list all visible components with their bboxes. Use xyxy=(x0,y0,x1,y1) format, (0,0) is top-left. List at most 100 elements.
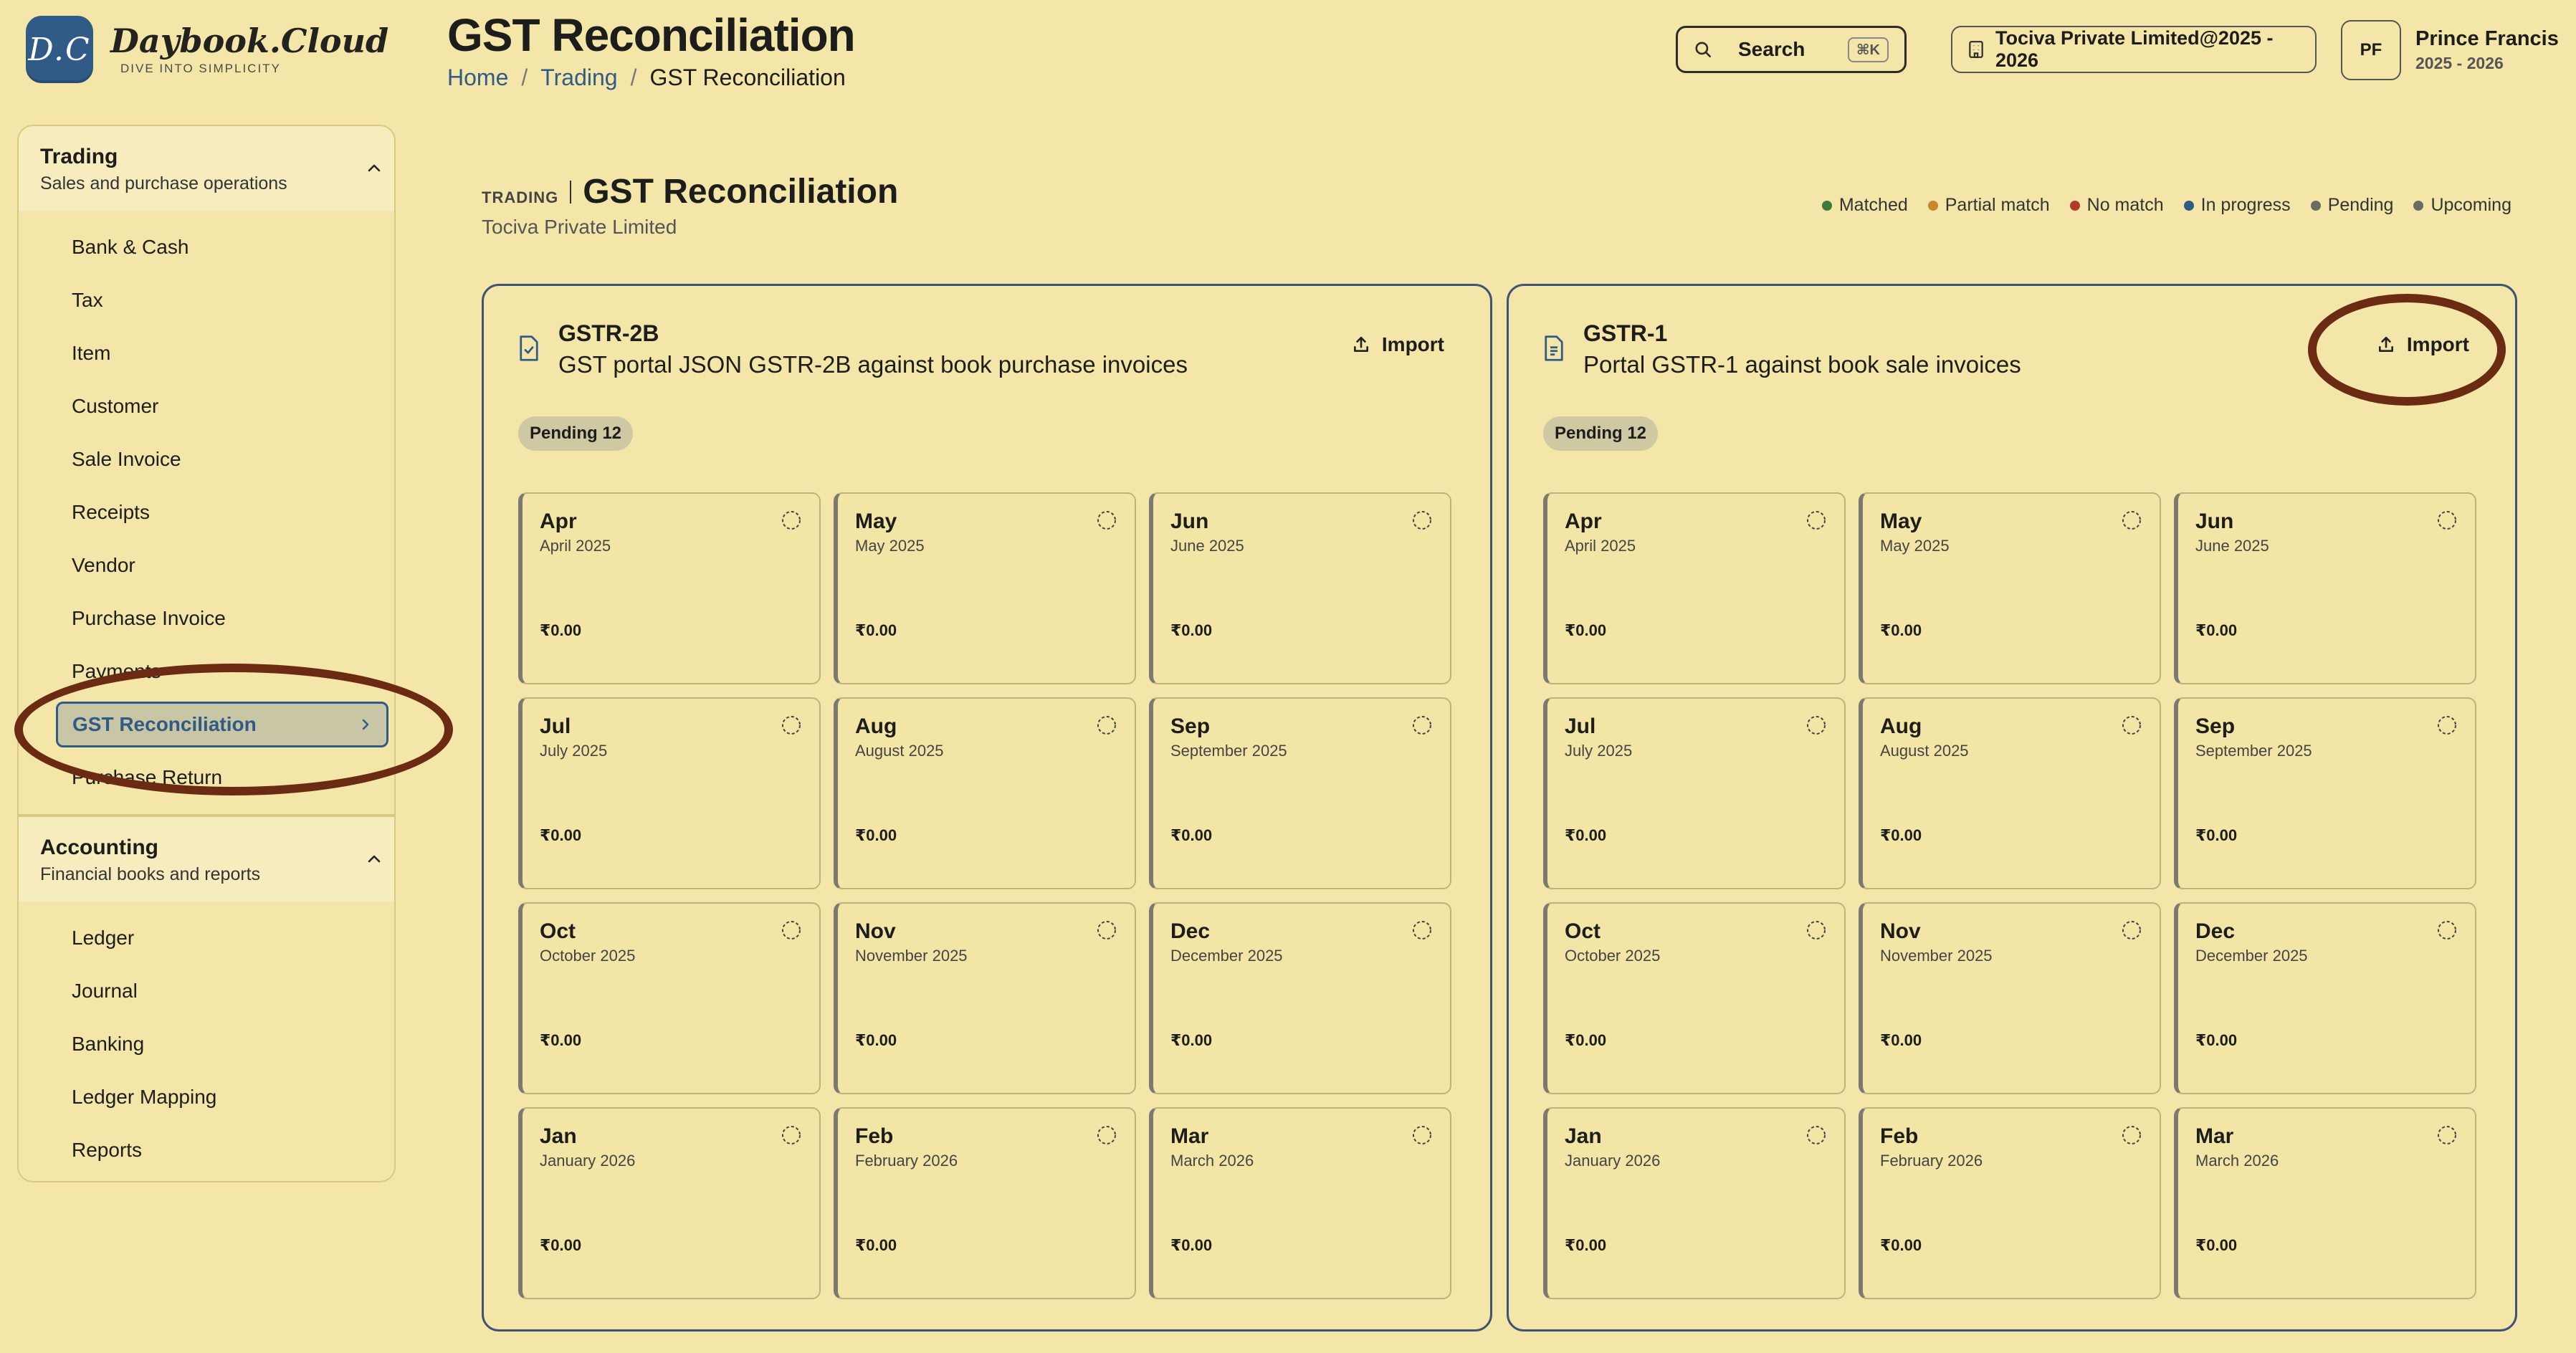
section-title: Trading xyxy=(40,145,118,168)
document-check-icon xyxy=(518,335,540,378)
sidebar-item-banking[interactable]: Banking xyxy=(19,1018,394,1071)
month-amount: ₹0.00 xyxy=(1170,826,1213,844)
month-card-may[interactable]: May May 2025 ₹0.00 xyxy=(1859,492,2161,684)
pending-status-icon xyxy=(1096,714,1117,736)
sidebar-item-gst-reconciliation[interactable]: GST Reconciliation xyxy=(56,702,388,747)
search-button[interactable]: Search ⌘K xyxy=(1676,26,1907,73)
sidebar-item-sale-invoice[interactable]: Sale Invoice xyxy=(19,433,394,486)
month-card-aug[interactable]: Aug August 2025 ₹0.00 xyxy=(1859,697,2161,889)
month-card-jan[interactable]: Jan January 2026 ₹0.00 xyxy=(1543,1107,1846,1299)
legend-item-pending: Pending xyxy=(2310,195,2393,216)
sidebar-item-bank-cash[interactable]: Bank & Cash xyxy=(19,221,394,274)
month-card-sep[interactable]: Sep September 2025 ₹0.00 xyxy=(1149,697,1451,889)
legend-item-matched: Matched xyxy=(1821,195,1908,216)
chevron-up-icon[interactable] xyxy=(366,162,383,173)
pending-status-icon xyxy=(1096,1124,1117,1146)
month-card-oct[interactable]: Oct October 2025 ₹0.00 xyxy=(1543,902,1846,1094)
month-short: Jul xyxy=(540,714,571,738)
month-full: January 2026 xyxy=(1565,1152,1661,1170)
sidebar-item-purchase-invoice[interactable]: Purchase Invoice xyxy=(19,592,394,645)
sidebar-item-reports[interactable]: Reports xyxy=(19,1124,394,1177)
pending-status-icon xyxy=(1805,510,1827,531)
month-amount: ₹0.00 xyxy=(540,826,582,844)
sidebar-section-trading[interactable]: Trading Sales and purchase operations xyxy=(19,126,394,211)
month-full: May 2025 xyxy=(855,537,925,555)
sidebar-item-vendor[interactable]: Vendor xyxy=(19,539,394,592)
sidebar-item-tax[interactable]: Tax xyxy=(19,274,394,327)
month-amount: ₹0.00 xyxy=(1170,1031,1213,1049)
legend-dot xyxy=(2069,200,2080,211)
breadcrumb-home[interactable]: Home xyxy=(447,64,508,91)
user-name: Prince Francis xyxy=(2415,27,2559,50)
breadcrumb-trading[interactable]: Trading xyxy=(540,64,617,91)
month-card-jul[interactable]: Jul July 2025 ₹0.00 xyxy=(518,697,821,889)
month-full: April 2025 xyxy=(540,537,611,555)
panel-subtitle: GST portal JSON GSTR-2B against book pur… xyxy=(558,351,1188,378)
pending-status-icon xyxy=(1411,1124,1433,1146)
content-title: GST Reconciliation xyxy=(583,173,899,211)
month-card-nov[interactable]: Nov November 2025 ₹0.00 xyxy=(834,902,1136,1094)
month-card-jun[interactable]: Jun June 2025 ₹0.00 xyxy=(2174,492,2476,684)
chevron-up-icon[interactable] xyxy=(366,853,383,864)
month-full: August 2025 xyxy=(1880,742,1969,760)
month-amount: ₹0.00 xyxy=(1880,1031,1922,1049)
pending-status-icon xyxy=(1411,919,1433,941)
month-card-mar[interactable]: Mar March 2026 ₹0.00 xyxy=(1149,1107,1451,1299)
month-card-jan[interactable]: Jan January 2026 ₹0.00 xyxy=(518,1107,821,1299)
month-amount: ₹0.00 xyxy=(855,1236,897,1254)
sidebar-item-payments[interactable]: Payments xyxy=(19,645,394,698)
month-card-oct[interactable]: Oct October 2025 ₹0.00 xyxy=(518,902,821,1094)
month-card-feb[interactable]: Feb February 2026 ₹0.00 xyxy=(1859,1107,2161,1299)
sidebar-item-customer[interactable]: Customer xyxy=(19,380,394,433)
month-card-mar[interactable]: Mar March 2026 ₹0.00 xyxy=(2174,1107,2476,1299)
logo-mark: D.C xyxy=(26,16,93,83)
section-subtitle: Sales and purchase operations xyxy=(40,173,287,193)
month-amount: ₹0.00 xyxy=(1565,1236,1607,1254)
month-card-apr[interactable]: Apr April 2025 ₹0.00 xyxy=(1543,492,1846,684)
pending-status-icon xyxy=(2121,510,2142,531)
month-card-nov[interactable]: Nov November 2025 ₹0.00 xyxy=(1859,902,2161,1094)
legend-item-partial-match: Partial match xyxy=(1927,195,2050,216)
sidebar-item-journal[interactable]: Journal xyxy=(19,965,394,1018)
sidebar-item-purchase-return[interactable]: Purchase Return xyxy=(19,751,394,804)
avatar: PF xyxy=(2341,20,2401,80)
month-card-feb[interactable]: Feb February 2026 ₹0.00 xyxy=(834,1107,1136,1299)
month-card-jul[interactable]: Jul July 2025 ₹0.00 xyxy=(1543,697,1846,889)
month-card-aug[interactable]: Aug August 2025 ₹0.00 xyxy=(834,697,1136,889)
month-card-sep[interactable]: Sep September 2025 ₹0.00 xyxy=(2174,697,2476,889)
import-button-gstr-1[interactable]: Import xyxy=(2377,333,2469,356)
month-card-jun[interactable]: Jun June 2025 ₹0.00 xyxy=(1149,492,1451,684)
month-full: September 2025 xyxy=(2195,742,2312,760)
month-card-dec[interactable]: Dec December 2025 ₹0.00 xyxy=(1149,902,1451,1094)
section-label: TRADING xyxy=(482,188,559,206)
sidebar-item-ledger[interactable]: Ledger xyxy=(19,912,394,965)
company-label: Tociva Private Limited@2025 - 2026 xyxy=(1995,27,2274,71)
import-button-gstr-2b[interactable]: Import xyxy=(1352,333,1444,356)
pending-status-icon xyxy=(2121,1124,2142,1146)
logo-name: Daybook.Cloud xyxy=(110,21,389,60)
legend-dot xyxy=(2310,200,2321,211)
company-selector[interactable]: Tociva Private Limited@2025 - 2026 xyxy=(1951,26,2317,73)
breadcrumb: Home / Trading / GST Reconciliation xyxy=(447,64,846,91)
sidebar-item-receipts[interactable]: Receipts xyxy=(19,486,394,539)
pending-status-icon xyxy=(2436,510,2458,531)
month-grid: Apr April 2025 ₹0.00 May May 2025 ₹0.00 Jun Jun… xyxy=(518,492,1451,1299)
sidebar-item-ledger-mapping[interactable]: Ledger Mapping xyxy=(19,1071,394,1124)
month-amount: ₹0.00 xyxy=(1565,621,1607,639)
month-full: August 2025 xyxy=(855,742,944,760)
month-card-apr[interactable]: Apr April 2025 ₹0.00 xyxy=(518,492,821,684)
sidebar-item-item[interactable]: Item xyxy=(19,327,394,380)
month-short: Dec xyxy=(2195,919,2236,943)
pending-status-icon xyxy=(781,510,802,531)
month-short: Feb xyxy=(1880,1124,1919,1148)
content-header: TRADING GST Reconciliation Tociva Privat… xyxy=(482,172,898,239)
breadcrumb-separator: / xyxy=(630,64,637,90)
user-menu[interactable]: PF Prince Francis 2025 - 2026 xyxy=(2341,20,2559,80)
month-full: January 2026 xyxy=(540,1152,636,1170)
month-short: Sep xyxy=(2195,714,2236,738)
month-card-dec[interactable]: Dec December 2025 ₹0.00 xyxy=(2174,902,2476,1094)
sidebar-section-accounting[interactable]: Accounting Financial books and reports xyxy=(19,817,394,902)
app-logo[interactable]: D.C Daybook.Cloud DIVE INTO SIMPLICITY xyxy=(26,16,388,83)
pending-status-icon xyxy=(1805,714,1827,736)
month-card-may[interactable]: May May 2025 ₹0.00 xyxy=(834,492,1136,684)
